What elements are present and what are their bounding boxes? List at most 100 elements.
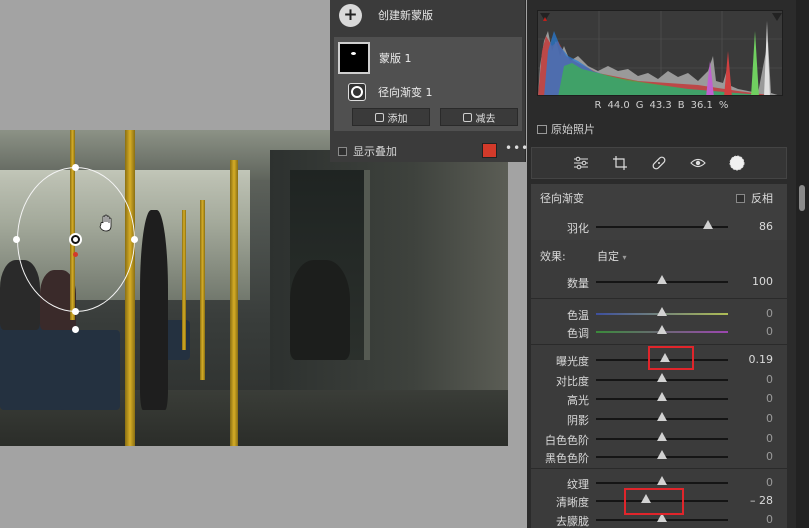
- blacks-slider-row[interactable]: 黑色色阶 0: [531, 446, 787, 466]
- overlay-row: 显示叠加 •••: [330, 140, 529, 162]
- healing-bandage-icon[interactable]: [650, 154, 668, 172]
- contrast-slider-row[interactable]: 对比度 0: [531, 369, 787, 389]
- clarity-value[interactable]: – 28: [750, 494, 773, 507]
- radial-handle-top[interactable]: [72, 164, 79, 171]
- mask-component-label: 径向渐变 1: [378, 86, 433, 99]
- feather-slider-row[interactable]: 羽化 86: [531, 216, 787, 236]
- whites-slider-row[interactable]: 白色色阶 0: [531, 428, 787, 448]
- amount-slider-row[interactable]: 数量 100: [531, 271, 787, 291]
- shadows-value[interactable]: 0: [766, 412, 773, 425]
- exposure-highlight-box: [648, 346, 694, 370]
- dehaze-label: 去朦胧: [556, 515, 589, 528]
- temperature-slider-row[interactable]: 色温 0: [531, 303, 787, 323]
- mask-component-item[interactable]: 径向渐变 1: [334, 73, 522, 111]
- whites-value[interactable]: 0: [766, 432, 773, 445]
- more-options-icon[interactable]: •••: [505, 141, 529, 155]
- original-photo-label: 原始照片: [551, 123, 595, 136]
- invert-checkbox[interactable]: [736, 193, 745, 203]
- feather-value[interactable]: 86: [759, 220, 773, 233]
- tint-slider-row[interactable]: 色调 0: [531, 321, 787, 341]
- effects-label: 效果:: [540, 250, 566, 263]
- radial-handle-right[interactable]: [131, 236, 138, 243]
- radial-handle-rotate[interactable]: [72, 326, 79, 333]
- effects-preset-label: 自定: [597, 250, 619, 263]
- exposure-value[interactable]: 0.19: [749, 353, 774, 366]
- subtract-mask-button[interactable]: 减去: [440, 108, 518, 126]
- mask-button-row: 添加 减去: [352, 108, 518, 126]
- histogram: [537, 10, 783, 96]
- add-mask-button[interactable]: 添加: [352, 108, 430, 126]
- highlights-slider-row[interactable]: 高光 0: [531, 388, 787, 408]
- highlight-clip-icon: [772, 13, 782, 21]
- g-label: G: [635, 100, 644, 111]
- yellow-pole: [200, 200, 205, 380]
- shadows-thumb[interactable]: [657, 412, 667, 421]
- temperature-thumb[interactable]: [657, 307, 667, 316]
- highlights-thumb[interactable]: [657, 392, 667, 401]
- dehaze-value[interactable]: 0: [766, 513, 773, 526]
- clarity-highlight-box: [624, 488, 684, 515]
- radial-section: 径向渐变 反相 羽化 86: [531, 184, 787, 240]
- mask-header: + 创建新蒙版: [330, 0, 526, 30]
- create-mask-button[interactable]: +: [339, 3, 362, 27]
- feather-label: 羽化: [567, 222, 589, 235]
- develop-panel: R 44.0 G 43.3 B 36.1 % 原始照片 径向渐变 反相 羽化 8…: [527, 0, 796, 528]
- subtract-label: 减去: [475, 113, 496, 125]
- effects-section: 效果: 自定 ▾ 数量 100 色温 0 色调 0 曝光度 0.19 对比度 0…: [531, 240, 787, 528]
- scrollbar-thumb[interactable]: [799, 185, 805, 211]
- shadows-slider-row[interactable]: 阴影 0: [531, 408, 787, 428]
- blacks-value[interactable]: 0: [766, 450, 773, 463]
- whites-thumb[interactable]: [657, 432, 667, 441]
- sliders-icon[interactable]: [572, 154, 590, 172]
- invert-label: 反相: [751, 192, 773, 205]
- amount-thumb[interactable]: [657, 275, 667, 284]
- r-value: 44.0: [607, 100, 630, 111]
- create-mask-label[interactable]: 创建新蒙版: [378, 7, 433, 23]
- g-value: 43.3: [649, 100, 672, 111]
- tint-label: 色调: [567, 327, 589, 340]
- redeye-icon[interactable]: [689, 154, 707, 172]
- radial-handle-bottom[interactable]: [72, 308, 79, 315]
- radial-center-pin[interactable]: [69, 233, 82, 246]
- contrast-value[interactable]: 0: [766, 373, 773, 386]
- texture-value[interactable]: 0: [766, 476, 773, 489]
- mask-circle-icon[interactable]: [728, 154, 746, 172]
- subtract-icon: [462, 112, 472, 122]
- radial-feather-dot[interactable]: [73, 252, 78, 257]
- add-icon: [374, 112, 384, 122]
- bus-seat: [60, 330, 120, 410]
- effects-preset[interactable]: 自定 ▾: [597, 248, 627, 264]
- tint-thumb[interactable]: [657, 325, 667, 334]
- blacks-thumb[interactable]: [657, 450, 667, 459]
- highlights-value[interactable]: 0: [766, 392, 773, 405]
- mask-panel: + 创建新蒙版 蒙版 1 径向渐变 1 添加 减去 显示叠加 •••: [330, 0, 529, 162]
- mask-item[interactable]: 蒙版 1: [334, 39, 522, 77]
- invert-toggle[interactable]: 反相: [736, 190, 773, 206]
- tint-value[interactable]: 0: [766, 325, 773, 338]
- temperature-value[interactable]: 0: [766, 307, 773, 320]
- highlights-label: 高光: [567, 394, 589, 407]
- hand-cursor-icon: [99, 214, 112, 232]
- clarity-label: 清晰度: [556, 496, 589, 509]
- radial-handle-left[interactable]: [13, 236, 20, 243]
- show-overlay-checkbox[interactable]: [338, 146, 347, 156]
- amount-label: 数量: [567, 277, 589, 290]
- yellow-pole: [182, 210, 186, 350]
- contrast-label: 对比度: [556, 375, 589, 388]
- passenger: [140, 210, 168, 410]
- original-photo-toggle[interactable]: 原始照片: [537, 121, 595, 137]
- texture-thumb[interactable]: [657, 476, 667, 485]
- mask-thumbnail[interactable]: [338, 42, 370, 74]
- scrollbar[interactable]: [796, 0, 809, 528]
- overlay-color-swatch[interactable]: [482, 143, 497, 158]
- radial-gradient-icon[interactable]: [348, 83, 366, 101]
- amount-value[interactable]: 100: [752, 275, 773, 288]
- yellow-pole: [125, 130, 135, 446]
- histogram-graph: [538, 11, 782, 95]
- contrast-thumb[interactable]: [657, 373, 667, 382]
- feather-thumb[interactable]: [703, 220, 713, 229]
- crop-icon[interactable]: [611, 154, 629, 172]
- blacks-label: 黑色色阶: [545, 452, 589, 465]
- original-photo-checkbox[interactable]: [537, 124, 547, 134]
- histogram-readout: R 44.0 G 43.3 B 36.1 %: [527, 100, 796, 111]
